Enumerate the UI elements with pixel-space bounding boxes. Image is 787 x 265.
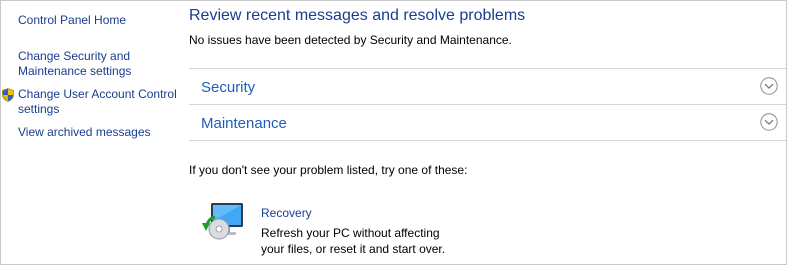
sidebar-item-label-line1: Change User Account Control xyxy=(18,87,177,101)
page-title: Review recent messages and resolve probl… xyxy=(189,7,526,24)
chevron-down-circle-icon[interactable] xyxy=(760,113,778,131)
maintenance-section-title: Maintenance xyxy=(201,115,287,132)
security-maintenance-window: Control Panel Home Change Security and M… xyxy=(0,0,787,265)
sidebar-item-view-archived-messages[interactable]: View archived messages xyxy=(18,125,151,140)
recovery-description: Refresh your PC without affecting your f… xyxy=(261,225,481,257)
recovery-description-line2: your files, or reset it and start over. xyxy=(261,242,446,256)
chevron-down-circle-icon[interactable] xyxy=(760,77,778,95)
sidebar-item-label-line1: Change Security and xyxy=(18,49,131,63)
sidebar-item-change-uac-settings[interactable]: Change User Account Control settings xyxy=(18,87,177,117)
sidebar: Control Panel Home Change Security and M… xyxy=(1,1,184,264)
maintenance-section-header[interactable]: Maintenance xyxy=(189,104,786,141)
sidebar-item-control-panel-home[interactable]: Control Panel Home xyxy=(18,13,126,28)
uac-shield-icon xyxy=(2,88,14,102)
sidebar-item-change-security-maintenance-settings[interactable]: Change Security and Maintenance settings xyxy=(18,49,131,79)
sidebar-item-label-line2: settings xyxy=(18,102,60,116)
recovery-link[interactable]: Recovery xyxy=(261,206,312,221)
security-section-header[interactable]: Security xyxy=(189,68,786,104)
main-content: Review recent messages and resolve probl… xyxy=(189,1,786,264)
sidebar-item-label-line2: Maintenance settings xyxy=(18,64,132,78)
recovery-description-line1: Refresh your PC without affecting xyxy=(261,226,440,240)
try-these-text: If you don't see your problem listed, tr… xyxy=(189,163,468,177)
security-section-title: Security xyxy=(201,79,256,96)
recovery-pc-icon[interactable] xyxy=(201,201,245,241)
status-message: No issues have been detected by Security… xyxy=(189,33,512,47)
